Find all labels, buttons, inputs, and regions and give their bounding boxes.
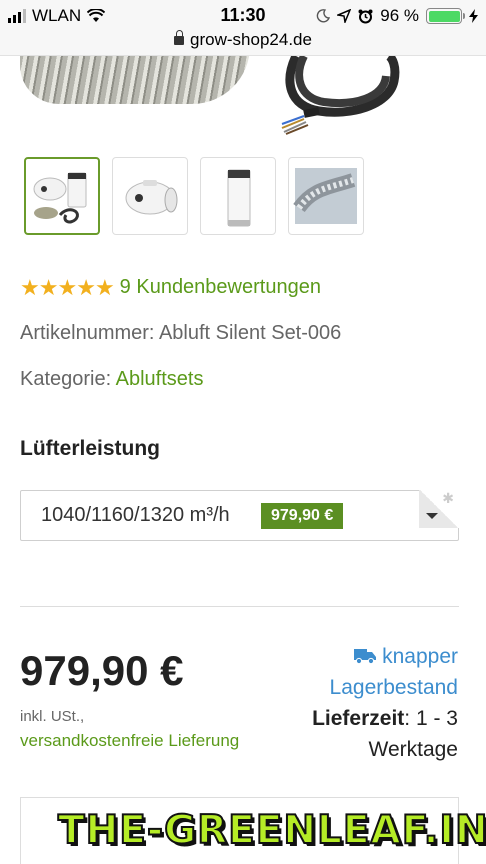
star-icon: ★ [20, 274, 40, 300]
set-thumbnail-image [33, 172, 87, 224]
thumbnail-1[interactable] [24, 157, 100, 235]
duct-thumbnail-image [293, 168, 357, 224]
watermark-text: THE-GREENLEAF.IN [57, 807, 486, 854]
address-bar[interactable]: grow-shop24.de [0, 30, 486, 56]
thumbnail-2[interactable] [112, 157, 188, 235]
product-rating: ★ ★ ★ ★ ★ 9 Kundenbewertungen [20, 276, 321, 299]
sku-row: Artikelnummer: Abluft Silent Set-006 [20, 322, 341, 345]
corner-fold: ✱ [419, 490, 459, 528]
stock-info: knapper Lagerbestand Lieferzeit: 1 - 3 W… [312, 641, 458, 765]
stock-status: knapper [312, 641, 458, 672]
moon-icon [317, 9, 331, 23]
divider [20, 606, 459, 607]
asterisk-icon: ✱ [442, 490, 454, 506]
delivery-value: : 1 - 3 [404, 707, 458, 730]
sku-value: Abluft Silent Set-006 [158, 322, 342, 344]
lock-icon [174, 30, 185, 45]
battery-percent: 96 % [380, 6, 419, 25]
thumbnail-3[interactable] [200, 157, 276, 235]
shipping-link[interactable]: versandkostenfreie Lieferung [20, 731, 239, 751]
alarm-icon [358, 9, 373, 23]
stock-line-2: Lagerbestand [329, 676, 458, 699]
status-right: 96 % [316, 6, 478, 26]
tax-note: inkl. USt., [20, 708, 85, 725]
thumbnail-4[interactable] [288, 157, 364, 235]
charging-bolt-icon [469, 9, 478, 23]
delivery-label: Lieferzeit [312, 707, 405, 730]
truck-icon [354, 649, 377, 664]
sku-label: Artikelnummer: [20, 322, 155, 344]
category-label: Kategorie: [20, 368, 112, 390]
caret-down-icon [426, 513, 438, 519]
option-price-badge: 979,90 € [261, 503, 344, 529]
product-price: 979,90 € [20, 647, 184, 694]
url-text: grow-shop24.de [190, 30, 312, 49]
category-row: Kategorie: Abluftsets [20, 368, 203, 391]
status-bar: WLAN 11:30 96 % [0, 0, 486, 30]
star-icon: ★ [94, 274, 115, 300]
stock-line-1: knapper [382, 645, 458, 668]
option-label: Lüfterleistung [20, 437, 160, 460]
battery-icon [426, 8, 465, 24]
category-link[interactable]: Abluftsets [116, 368, 204, 390]
location-arrow-icon [337, 9, 352, 23]
duct-image [20, 56, 250, 104]
fan-thumbnail-image [125, 180, 178, 215]
star-icon: ★ [38, 274, 59, 300]
product-gallery-main[interactable] [0, 56, 486, 136]
delivery-unit: Werktage [368, 738, 459, 761]
reviews-link[interactable]: 9 Kundenbewertungen [120, 276, 321, 299]
cable-image [281, 56, 400, 135]
star-icon: ★ [76, 274, 96, 300]
thumbnail-strip [24, 157, 364, 235]
delivery-time: Lieferzeit: 1 - 3 [312, 703, 458, 734]
select-value: 1040/1160/1320 m³/h [41, 504, 230, 526]
filter-thumbnail-image [227, 169, 251, 227]
star-icon: ★ [57, 274, 77, 300]
fan-power-select[interactable]: 1040/1160/1320 m³/h 979,90 € ✱ [20, 490, 459, 541]
